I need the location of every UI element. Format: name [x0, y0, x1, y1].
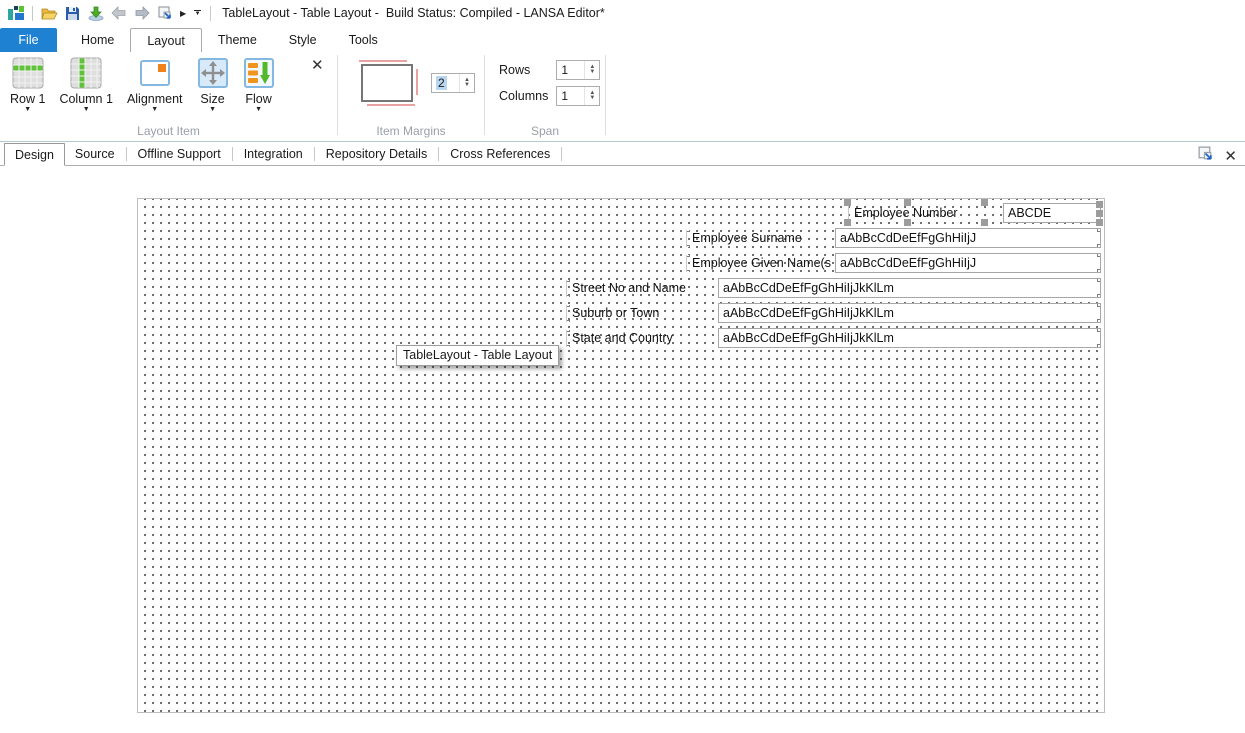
divider: [438, 147, 440, 161]
forward-icon[interactable]: [133, 5, 150, 22]
tab-repository-details[interactable]: Repository Details: [316, 143, 437, 165]
group-label-span: Span: [530, 124, 560, 138]
divider: [125, 147, 127, 161]
close-icon[interactable]: ✕: [311, 56, 324, 74]
back-icon[interactable]: [110, 5, 127, 22]
rows-spinner[interactable]: 1 ▲ ▼: [556, 60, 601, 80]
goto-window-icon[interactable]: [156, 5, 173, 22]
row-grid-icon: [12, 57, 44, 89]
tab-home[interactable]: Home: [65, 28, 130, 52]
tab-layout[interactable]: Layout: [130, 28, 202, 52]
tab-tools[interactable]: Tools: [333, 28, 394, 52]
row-button-label: Row 1: [10, 92, 46, 106]
divider: [231, 147, 233, 161]
alignment-icon: [139, 57, 171, 89]
group-label-item-margins: Item Margins: [376, 124, 446, 138]
chevron-down-icon: ▼: [82, 106, 90, 113]
close-document-icon[interactable]: ✕: [1224, 147, 1237, 165]
ribbon-group-span: Rows 1 ▲ ▼ Columns 1 ▲ ▼ Span: [485, 52, 605, 141]
field-label-employee-number[interactable]: Employee Number: [848, 205, 986, 222]
field-input-suburb-or-town[interactable]: aAbBcCdDeEfFgGhHiIjJkKlLm: [718, 303, 1101, 323]
spinner-arrows[interactable]: ▲ ▼: [584, 61, 599, 79]
field-label-suburb-or-town[interactable]: Suburb or Town: [566, 305, 712, 322]
ribbon: Row 1 ▼ Column 1 ▼ Alignment ▼ Size ▼ Fl…: [0, 52, 1245, 142]
size-button[interactable]: Size ▼: [197, 57, 229, 113]
ribbon-tab-bar: File Home Layout Theme Style Tools: [0, 26, 1245, 52]
flow-button[interactable]: Flow ▼: [243, 57, 275, 113]
columns-label: Columns: [499, 89, 549, 103]
field-input-employee-given-names[interactable]: aAbBcCdDeEfFgGhHiIjJ: [835, 253, 1101, 273]
group-divider: [605, 55, 606, 135]
quick-access-dropdown-icon[interactable]: ▼: [194, 9, 202, 17]
field-input-employee-surname[interactable]: aAbBcCdDeEfFgGhHiIjJ: [835, 228, 1101, 248]
field-label-employee-given-names[interactable]: Employee Given Name(s: [686, 255, 833, 272]
group-label-layout-item: Layout Item: [137, 124, 200, 138]
chevron-down-icon: ▼: [209, 106, 216, 113]
size-move-arrows-icon: [197, 57, 229, 89]
divider: [210, 5, 212, 21]
undock-window-icon[interactable]: [1197, 145, 1214, 167]
column-grid-icon: [70, 57, 102, 89]
divider: [561, 147, 563, 161]
field-input-state-and-country[interactable]: aAbBcCdDeEfFgGhHiIjJkKlLm: [718, 328, 1101, 348]
item-margins-spinner[interactable]: 2 ▲ ▼: [431, 73, 475, 93]
spin-down-icon[interactable]: ▼: [464, 82, 470, 88]
open-icon[interactable]: [41, 5, 58, 22]
save-icon[interactable]: [64, 5, 81, 22]
field-label-employee-surname[interactable]: Employee Surname: [686, 230, 833, 247]
spin-down-icon[interactable]: ▼: [589, 69, 595, 75]
document-tab-strip: Design Source Offline Support Integratio…: [0, 142, 1245, 166]
alignment-button-label: Alignment: [126, 92, 183, 106]
rows-value[interactable]: 1: [557, 61, 584, 79]
divider: [313, 147, 315, 161]
column-button-label: Column 1: [59, 92, 113, 106]
lansa-editor-window: ▶ ▼ TableLayout - Table Layout - Build S…: [0, 0, 1245, 733]
field-input-street-no-and-name[interactable]: aAbBcCdDeEfFgGhHiIjJkKlLm: [718, 278, 1101, 298]
design-canvas[interactable]: Employee Number ABCDE Employee Surname a…: [137, 198, 1105, 713]
ribbon-group-layout-item: Row 1 ▼ Column 1 ▼ Alignment ▼ Size ▼ Fl…: [0, 52, 337, 141]
table-layout-tooltip: TableLayout - Table Layout: [396, 345, 560, 366]
check-in-icon[interactable]: [87, 5, 104, 22]
size-button-label: Size: [200, 92, 225, 106]
spinner-arrows[interactable]: ▲ ▼: [584, 87, 599, 105]
spin-down-icon[interactable]: ▼: [589, 95, 595, 101]
tab-offline-support[interactable]: Offline Support: [128, 143, 231, 165]
alignment-button[interactable]: Alignment ▼: [127, 57, 183, 113]
spinner-arrows[interactable]: ▲ ▼: [459, 74, 474, 92]
chevron-down-icon: ▼: [151, 106, 159, 113]
tab-style[interactable]: Style: [273, 28, 333, 52]
lansa-logo-icon: [7, 5, 24, 22]
item-margins-icon: [358, 60, 418, 106]
flow-icon: [243, 57, 275, 89]
titlebar: ▶ ▼ TableLayout - Table Layout - Build S…: [0, 0, 1245, 26]
chevron-down-icon: ▼: [24, 106, 32, 113]
field-label-street-no-and-name[interactable]: Street No and Name: [566, 280, 712, 297]
item-margins-value[interactable]: 2: [436, 76, 447, 90]
more-commands-icon[interactable]: ▶: [180, 9, 186, 18]
tab-design[interactable]: Design: [4, 143, 65, 166]
tab-integration[interactable]: Integration: [234, 143, 313, 165]
field-input-employee-number[interactable]: ABCDE: [1003, 203, 1101, 223]
row-button[interactable]: Row 1 ▼: [10, 57, 45, 113]
tab-theme[interactable]: Theme: [202, 28, 273, 52]
columns-value[interactable]: 1: [557, 87, 584, 105]
tab-file[interactable]: File: [0, 28, 57, 52]
chevron-down-icon: ▼: [255, 106, 262, 113]
tab-source[interactable]: Source: [65, 143, 125, 165]
columns-spinner[interactable]: 1 ▲ ▼: [556, 86, 601, 106]
tab-cross-references[interactable]: Cross References: [440, 143, 560, 165]
window-title: TableLayout - Table Layout - Build Statu…: [222, 6, 605, 20]
column-button[interactable]: Column 1 ▼: [59, 57, 113, 113]
rows-label: Rows: [499, 63, 531, 77]
divider: [32, 5, 33, 21]
field-label-state-and-country[interactable]: State and Country: [566, 330, 712, 347]
ribbon-group-item-margins: 2 ▲ ▼ Item Margins: [338, 52, 484, 141]
flow-button-label: Flow: [245, 92, 272, 106]
